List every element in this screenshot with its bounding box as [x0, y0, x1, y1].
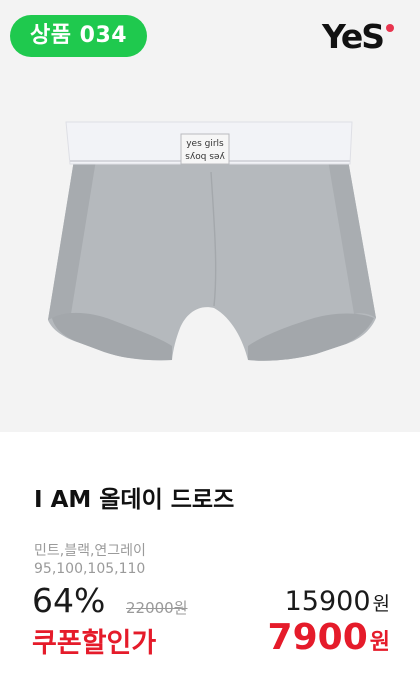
- product-image[interactable]: yes girls yes boys 상품 034 YeS: [0, 0, 420, 432]
- sale-price-unit: 원: [372, 593, 390, 615]
- sale-price-value: 15900: [284, 586, 371, 617]
- coupon-price-value: 7900: [267, 617, 368, 658]
- coupon-price: 7900원: [268, 617, 390, 658]
- sale-price: 15900 원: [285, 586, 390, 617]
- product-colors: 민트,블랙,연그레이: [34, 543, 146, 559]
- brand-logo-dot-icon: [386, 24, 395, 32]
- coupon-price-unit: 원: [369, 630, 390, 655]
- product-title[interactable]: I AM 올데이 드로즈: [34, 480, 234, 514]
- brand-logo-text: YeS: [322, 17, 385, 56]
- boxer-briefs-image: yes girls yes boys: [48, 121, 376, 361]
- product-card[interactable]: yes girls yes boys 상품 034 YeS I AM 올데이 드…: [0, 0, 420, 700]
- product-number-badge: 상품 034: [10, 15, 148, 57]
- discount-rate: 64%: [32, 581, 106, 620]
- tag-text-top: yes girls: [186, 139, 224, 149]
- original-price: 22000원: [126, 599, 188, 617]
- product-sizes: 95,100,105,110: [34, 561, 146, 577]
- tag-text-bottom: yes boys: [185, 151, 225, 161]
- coupon-price-label: 쿠폰할인가: [32, 628, 157, 659]
- brand-logo[interactable]: YeS: [322, 17, 395, 58]
